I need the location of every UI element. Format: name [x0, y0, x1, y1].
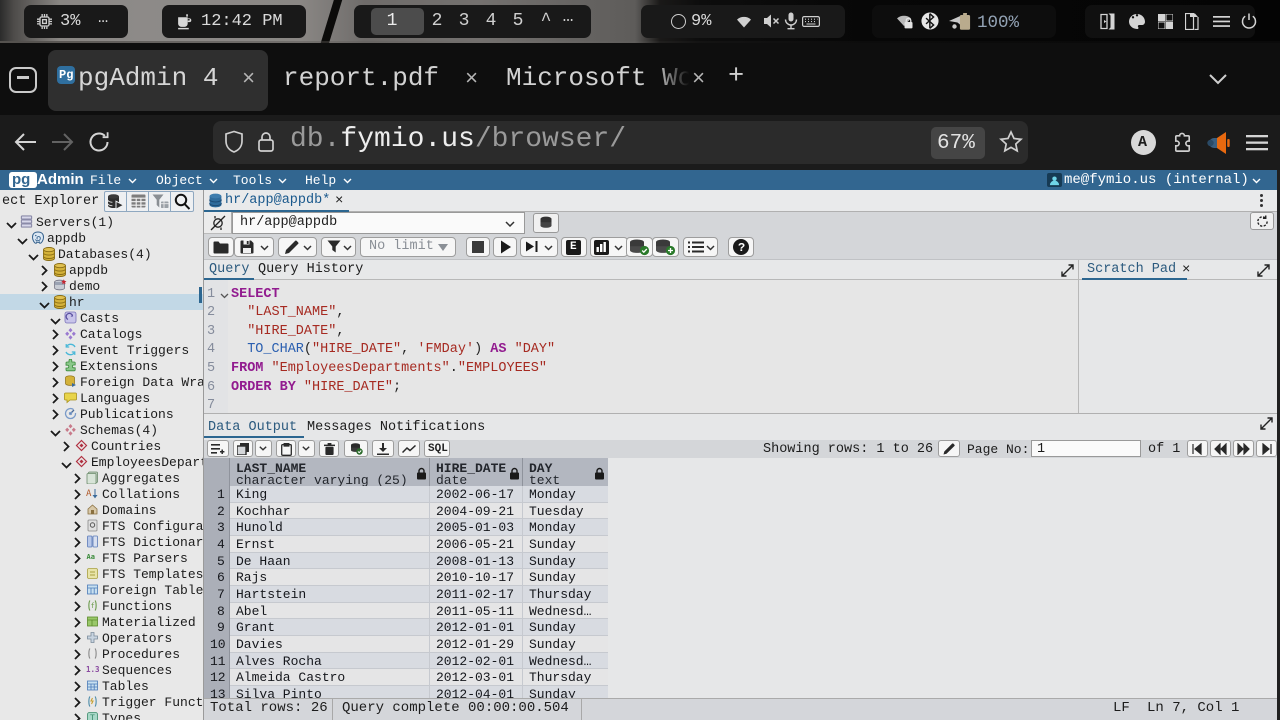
svg-text:1.3: 1.3 — [86, 665, 99, 674]
svg-text:Aa: Aa — [87, 553, 95, 561]
svg-text:T: T — [90, 714, 95, 720]
svg-text:A: A — [86, 489, 92, 499]
svg-text:f: f — [91, 602, 95, 610]
